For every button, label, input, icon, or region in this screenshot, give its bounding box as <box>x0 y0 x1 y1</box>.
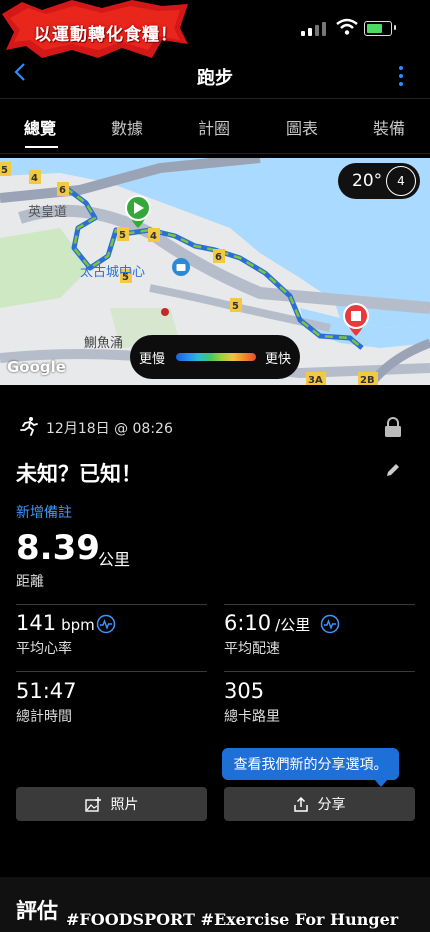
pace-legend: 更慢 更快 <box>130 335 300 379</box>
tab-bar: 總覽 數據 計圈 圖表 裝備 <box>0 98 430 154</box>
battery-icon <box>364 21 392 36</box>
more-options-icon[interactable] <box>398 66 404 86</box>
watermark-text: #Exercise For Hunger <box>194 910 399 929</box>
divider <box>224 671 415 672</box>
divider <box>224 604 415 605</box>
wind-icon: 4 <box>386 166 416 196</box>
running-icon <box>20 417 38 436</box>
tab-charts[interactable]: 圖表 <box>286 115 318 139</box>
cellular-signal-icon <box>301 22 326 36</box>
route-shield-4: 4 <box>31 173 38 184</box>
temperature-value: 20° <box>352 171 383 191</box>
pace-label: 平均配速 <box>224 641 280 657</box>
tab-stats[interactable]: 數據 <box>111 115 143 139</box>
legend-slow-label: 更慢 <box>139 352 166 367</box>
route-shield-6: 6 <box>59 185 66 196</box>
pace-gradient-bar <box>176 353 256 361</box>
route-shield-4b: 4 <box>150 231 157 242</box>
pace-stat: 6:10 /公里 <box>224 611 310 635</box>
tab-gear[interactable]: 裝備 <box>373 115 405 139</box>
divider <box>16 671 207 672</box>
photos-button[interactable]: 照片 <box>16 787 207 821</box>
calories-value: 305 <box>224 679 265 703</box>
heart-rate-icon <box>96 614 116 634</box>
pace-value: 6:10 <box>224 611 272 635</box>
add-photo-icon <box>84 796 101 812</box>
mall-pin-icon <box>172 258 190 276</box>
tooltip-arrow <box>374 779 388 787</box>
route-shield-5b: 5 <box>119 230 126 241</box>
exit-shield-2b: 2B <box>360 375 375 385</box>
tab-overview[interactable]: 總覽 <box>24 115 56 139</box>
heart-rate-label: 平均心率 <box>16 641 72 657</box>
status-bar: 以運動轉化食糧！ <box>0 0 430 58</box>
exit-shield-3a: 3A <box>308 375 323 385</box>
share-icon <box>293 796 308 812</box>
add-note-link[interactable]: 新增備註 <box>16 502 72 522</box>
active-tab-indicator <box>25 146 58 148</box>
watermark-prefix: #FOODSPORT <box>66 910 195 929</box>
activity-date: 12月18日 @ 08:26 <box>46 421 173 437</box>
lock-icon[interactable] <box>384 417 402 437</box>
share-tooltip[interactable]: 查看我們新的分享選項。 <box>222 748 399 780</box>
route-shield-5a: 5 <box>1 165 8 176</box>
route-shield-5d: 5 <box>232 301 239 312</box>
map-label-district: 鰂魚涌 <box>84 336 123 351</box>
divider <box>16 604 207 605</box>
heart-rate-stat: 141 bpm <box>16 611 95 635</box>
evaluation-section-title: 評估 <box>16 899 58 923</box>
edit-pencil-icon[interactable] <box>385 462 401 478</box>
map-label-road: 英皇道 <box>28 205 67 220</box>
wifi-icon <box>336 18 358 35</box>
heart-rate-value: 141 <box>16 611 57 635</box>
map-label-mall: 太古城中心 <box>80 265 145 280</box>
route-shield-6b: 6 <box>215 252 222 263</box>
battery-tip <box>394 25 396 30</box>
tab-laps[interactable]: 計圈 <box>198 115 230 139</box>
total-time-value: 51:47 <box>16 679 77 703</box>
legend-fast-label: 更快 <box>264 352 291 367</box>
pace-zone-icon <box>320 614 340 634</box>
share-tooltip-text: 查看我們新的分享選項。 <box>233 757 388 773</box>
watermark: #FOODSPORT #Exercise For Hunger <box>66 910 398 929</box>
banner-text: 以運動轉化食糧！ <box>34 25 178 45</box>
calories-label: 總卡路里 <box>224 709 280 725</box>
page-title: 跑步 <box>197 68 233 89</box>
distance-value: 8.39 <box>16 528 100 568</box>
activity-title: 未知？已知！ <box>16 462 142 486</box>
share-button[interactable]: 分享 <box>224 787 415 821</box>
share-button-label: 分享 <box>317 797 346 813</box>
distance-label: 距離 <box>16 574 44 590</box>
total-time-label: 總計時間 <box>16 709 72 725</box>
pace-unit: /公里 <box>275 616 311 634</box>
weather-badge: 20° 4 <box>338 163 420 199</box>
photos-button-label: 照片 <box>110 797 139 813</box>
heart-rate-unit: bpm <box>61 616 95 634</box>
google-attribution: Google <box>7 358 66 376</box>
distance-unit: 公里 <box>98 550 131 569</box>
banner-logo: 以運動轉化食糧！ <box>2 0 190 60</box>
